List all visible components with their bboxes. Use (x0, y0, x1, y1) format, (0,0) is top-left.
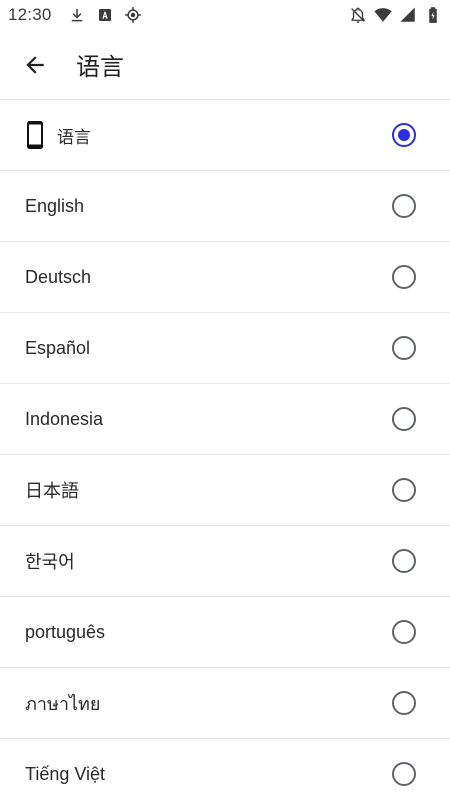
status-bar-right (349, 6, 442, 24)
language-label: 日本語 (25, 481, 79, 501)
phone-icon (25, 120, 49, 150)
status-time: 12:30 (8, 5, 52, 24)
signal-icon (399, 6, 417, 24)
language-option-espanol[interactable]: Español (0, 313, 450, 384)
location-target-icon (124, 6, 142, 24)
radio-button[interactable] (392, 691, 416, 715)
radio-button[interactable] (392, 407, 416, 431)
language-option-left: 语言 (25, 120, 91, 150)
language-option-indonesia[interactable]: Indonesia (0, 384, 450, 455)
radio-button[interactable] (392, 194, 416, 218)
wifi-icon (374, 6, 392, 24)
arrow-back-icon (22, 52, 48, 78)
radio-button[interactable] (392, 762, 416, 786)
download-icon (68, 6, 86, 24)
language-label: Deutsch (25, 266, 92, 287)
language-list: 语言 English Deutsch Español Indonesia 日本語… (0, 100, 450, 800)
font-icon (96, 6, 114, 24)
app-bar: 语言 (0, 30, 450, 100)
language-label: 한국어 (25, 552, 75, 572)
language-label: Tiếng Việt (25, 763, 106, 784)
page-title: 语言 (76, 53, 124, 81)
language-option-japanese[interactable]: 日本語 (0, 455, 450, 526)
language-settings-screen: 12:30 语言 语言 English Deutsch Español Indo… (0, 0, 450, 800)
language-label: Español (25, 337, 91, 358)
back-button[interactable] (0, 30, 70, 100)
language-option-vietnamese[interactable]: Tiếng Việt (0, 739, 450, 800)
language-label: Indonesia (25, 408, 104, 429)
language-option-deutsch[interactable]: Deutsch (0, 242, 450, 313)
language-option-system[interactable]: 语言 (0, 100, 450, 171)
radio-button-selected[interactable] (392, 123, 416, 147)
language-option-english[interactable]: English (0, 171, 450, 242)
notifications-off-icon (349, 6, 367, 24)
language-label: português (25, 621, 106, 642)
radio-button[interactable] (392, 478, 416, 502)
language-option-portuguese[interactable]: português (0, 597, 450, 668)
radio-button[interactable] (392, 265, 416, 289)
radio-button[interactable] (392, 336, 416, 360)
language-label: ภาษาไทย (25, 693, 101, 714)
language-option-thai[interactable]: ภาษาไทย (0, 668, 450, 739)
language-label: English (25, 195, 85, 216)
battery-icon (424, 6, 442, 24)
status-bar-left: 12:30 (8, 5, 142, 25)
language-option-korean[interactable]: 한국어 (0, 526, 450, 597)
language-label: 语言 (57, 127, 91, 148)
radio-button[interactable] (392, 620, 416, 644)
radio-button[interactable] (392, 549, 416, 573)
status-bar: 12:30 (0, 0, 450, 30)
